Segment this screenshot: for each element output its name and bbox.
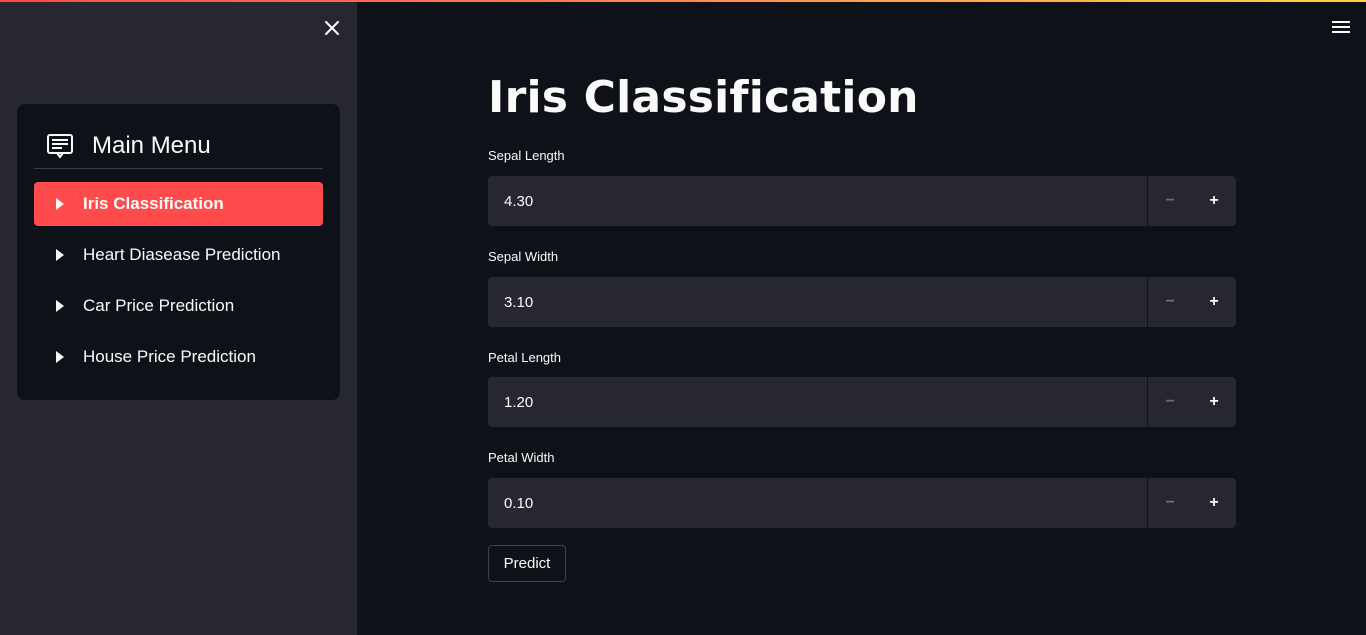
caret-right-icon	[56, 248, 66, 262]
menu-item-heart-disease-prediction[interactable]: Heart Diasease Prediction	[34, 233, 323, 277]
sepal-width-input: 3.10 − +	[488, 277, 1236, 327]
caret-right-icon	[56, 197, 66, 211]
petal-length-label: Petal Length	[488, 350, 562, 365]
main-menu: Main Menu Iris Classification Heart Dias…	[17, 104, 340, 400]
sepal-width-value[interactable]: 3.10	[488, 277, 1148, 327]
sepal-length-increment-button[interactable]: +	[1192, 176, 1236, 226]
sepal-length-decrement-button[interactable]: −	[1148, 176, 1192, 226]
top-gradient-bar	[0, 0, 1366, 2]
menu-item-car-price-prediction[interactable]: Car Price Prediction	[34, 284, 323, 328]
main-menu-header: Main Menu	[34, 124, 323, 169]
sepal-width-label: Sepal Width	[488, 249, 559, 264]
main-content: Iris Classification Sepal Length 4.30 − …	[357, 0, 1366, 635]
sepal-width-increment-button[interactable]: +	[1192, 277, 1236, 327]
sepal-length-label: Sepal Length	[488, 148, 565, 163]
sepal-width-decrement-button[interactable]: −	[1148, 277, 1192, 327]
close-icon	[325, 21, 339, 35]
petal-length-decrement-button[interactable]: −	[1148, 377, 1192, 427]
main-menu-title: Main Menu	[92, 132, 211, 159]
caret-right-icon	[56, 299, 66, 313]
petal-width-value[interactable]: 0.10	[488, 478, 1148, 528]
petal-length-value[interactable]: 1.20	[488, 377, 1148, 427]
list-card-icon	[44, 130, 76, 162]
menu-item-label: Car Price Prediction	[83, 296, 235, 315]
close-sidebar-button[interactable]	[320, 16, 344, 40]
petal-length-input: 1.20 − +	[488, 377, 1236, 427]
menu-item-label: Iris Classification	[83, 194, 224, 213]
petal-length-increment-button[interactable]: +	[1192, 377, 1236, 427]
menu-item-house-price-prediction[interactable]: House Price Prediction	[34, 335, 323, 379]
menu-item-label: Heart Diasease Prediction	[83, 245, 281, 264]
caret-right-icon	[56, 350, 66, 364]
menu-item-label: House Price Prediction	[83, 347, 256, 366]
menu-item-iris-classification[interactable]: Iris Classification	[34, 182, 323, 226]
petal-width-label: Petal Width	[488, 450, 555, 465]
petal-width-input: 0.10 − +	[488, 478, 1236, 528]
petal-width-decrement-button[interactable]: −	[1148, 478, 1192, 528]
sidebar: Main Menu Iris Classification Heart Dias…	[0, 0, 357, 635]
page-title: Iris Classification	[488, 72, 919, 123]
sepal-length-value[interactable]: 4.30	[488, 176, 1148, 226]
sepal-length-input: 4.30 − +	[488, 176, 1236, 226]
petal-width-increment-button[interactable]: +	[1192, 478, 1236, 528]
predict-button[interactable]: Predict	[488, 545, 566, 582]
